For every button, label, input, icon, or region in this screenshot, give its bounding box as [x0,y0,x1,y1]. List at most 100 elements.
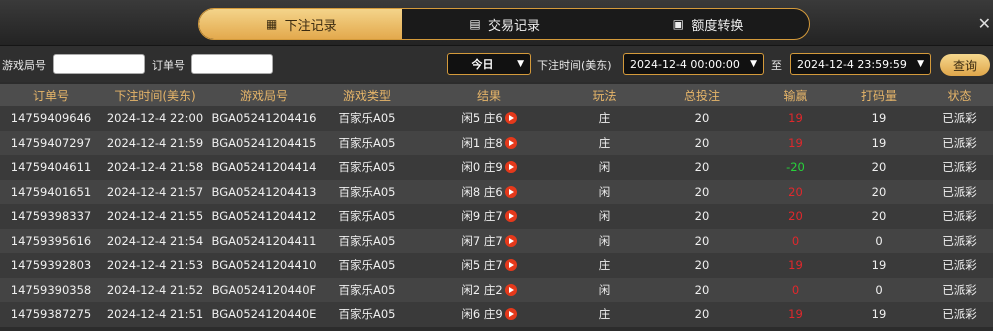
game-type-value: 百家乐A05 [338,135,396,150]
result-value: 闲1 庄8 [461,135,503,150]
win-loss-value: 19 [788,258,803,273]
date-preset-select[interactable]: 今日 ▼ [447,53,531,75]
play-replay-icon[interactable] [504,283,517,296]
tab-transaction-records[interactable]: ▤ 交易记录 [402,9,605,39]
bet-time-cell: 2024-12-4 21:55 [102,204,208,229]
status-value: 已派彩 [942,258,977,273]
result-cell[interactable]: 闲2 庄2 [414,278,564,303]
column-header: 结果 [476,88,501,103]
turnover-value: 19 [871,111,887,126]
tab-bet-records[interactable]: ▦ 下注记录 [199,9,403,39]
table-row: 14759387275 2024-12-4 21:51 BGA0524120440E… [0,302,993,327]
play-replay-icon[interactable] [504,234,517,247]
bet-time-value: 2024-12-4 21:55 [106,209,204,224]
result-value: 闲5 庄7 [461,258,503,273]
play-replay-icon[interactable] [504,210,517,223]
win-loss-cell: -20 [759,155,832,180]
game-round-cell: BGA05241204416 [208,106,320,131]
tab-credit-transfer[interactable]: ▣ 额度转换 [606,9,809,39]
win-loss-cell: 20 [759,180,832,205]
status-cell: 已派彩 [926,106,993,131]
bet-time-cell: 2024-12-4 21:58 [102,155,208,180]
win-loss-value: 20 [788,184,803,199]
game-round-cell: BGA0524120440E [208,302,320,327]
status-value: 已派彩 [942,209,977,224]
order-number-value: 14759401651 [10,184,92,199]
bet-time-cell: 2024-12-4 21:52 [102,278,208,303]
result-cell[interactable]: 闲5 庄6 [414,106,564,131]
result-cell[interactable]: 闲6 庄9 [414,302,564,327]
bet-side-value: 庄 [598,135,611,150]
game-round-value: BGA05241204412 [211,209,317,224]
game-round-cell: BGA0524120440F [208,278,320,303]
total-bet-value: 20 [694,135,710,150]
result-cell[interactable]: 闲1 庄8 [414,131,564,156]
turnover-value: 0 [875,282,883,297]
game-round-cell: BGA05241204411 [208,229,320,254]
order-number-cell: 14759404611 [0,155,102,180]
query-button[interactable]: 查询 [940,54,990,76]
top-bar: ▦ 下注记录 ▤ 交易记录 ▣ 额度转换 ✕ [0,0,993,46]
result-cell[interactable]: 闲7 庄7 [414,229,564,254]
win-loss-cell: 0 [759,229,832,254]
bet-side-value: 庄 [598,258,611,273]
status-value: 已派彩 [942,184,977,199]
game-type-cell: 百家乐A05 [320,155,414,180]
money-transfer-icon: ▣ [672,17,684,31]
bet-time-value: 2024-12-4 21:57 [106,184,204,199]
order-input[interactable] [191,54,273,74]
result-value: 闲6 庄9 [461,307,503,322]
total-bet-cell: 20 [645,253,759,278]
close-icon[interactable]: ✕ [978,14,991,33]
total-bet-cell: 20 [645,278,759,303]
bet-time-cell: 2024-12-4 21:51 [102,302,208,327]
win-loss-value: 19 [788,135,803,150]
game-type-cell: 百家乐A05 [320,229,414,254]
total-bet-cell: 20 [645,204,759,229]
end-time-select[interactable]: 2024-12-4 23:59:59 ▼ [790,53,931,75]
turnover-cell: 0 [832,278,926,303]
turnover-cell: 20 [832,204,926,229]
play-replay-icon[interactable] [504,136,517,149]
order-label: 订单号 [152,59,185,72]
game-round-cell: BGA05241204413 [208,180,320,205]
date-preset-value: 今日 [471,58,494,71]
total-bet-cell: 20 [645,229,759,254]
result-value: 闲2 庄2 [461,282,503,297]
win-loss-value: -20 [786,160,805,175]
play-replay-icon[interactable] [504,112,517,125]
bet-side-value: 闲 [598,160,611,175]
bet-side-cell: 庄 [564,106,645,131]
total-bet-value: 20 [694,282,710,297]
result-cell[interactable]: 闲8 庄6 [414,180,564,205]
result-cell[interactable]: 闲5 庄7 [414,253,564,278]
tab-label: 额度转换 [691,18,744,34]
bet-time-value: 2024-12-4 21:52 [106,282,204,297]
win-loss-value: 20 [788,209,803,224]
play-replay-icon[interactable] [504,185,517,198]
bet-side-cell: 庄 [564,253,645,278]
game-round-label: 游戏局号 [2,59,46,72]
play-replay-icon[interactable] [504,259,517,272]
bet-time-value: 2024-12-4 21:58 [106,160,204,175]
game-type-value: 百家乐A05 [338,160,396,175]
turnover-cell: 19 [832,302,926,327]
bet-time-cell: 2024-12-4 21:57 [102,180,208,205]
game-type-value: 百家乐A05 [338,307,396,322]
status-cell: 已派彩 [926,131,993,156]
bet-side-value: 庄 [598,307,611,322]
play-replay-icon[interactable] [504,308,517,321]
status-value: 已派彩 [942,111,977,126]
game-round-value: BGA05241204410 [211,258,317,273]
status-value: 已派彩 [942,233,977,248]
result-cell[interactable]: 闲9 庄7 [414,204,564,229]
total-bet-value: 20 [694,209,710,224]
turnover-cell: 0 [832,229,926,254]
total-bet-cell: 20 [645,302,759,327]
play-replay-icon[interactable] [504,161,517,174]
result-cell[interactable]: 闲0 庄9 [414,155,564,180]
start-time-select[interactable]: 2024-12-4 00:00:00 ▼ [623,53,764,75]
win-loss-value: 19 [788,307,803,322]
game-round-input[interactable] [53,54,145,74]
order-number-cell: 14759392803 [0,253,102,278]
